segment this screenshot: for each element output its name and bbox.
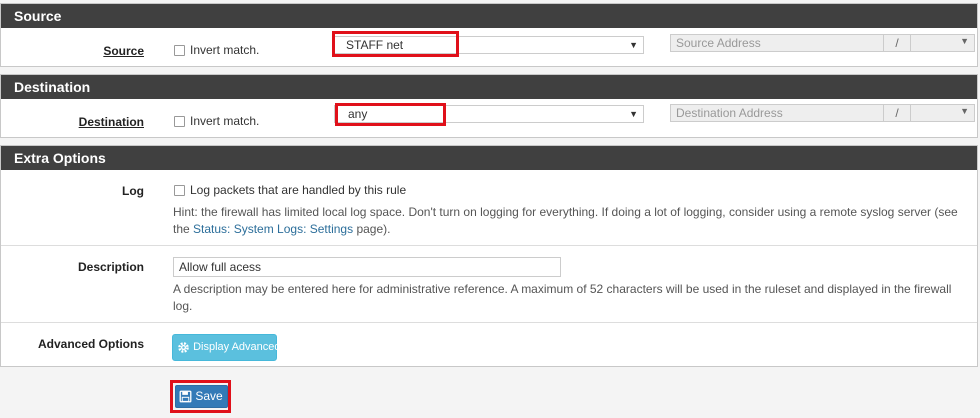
advanced-options-label: Advanced Options [37,337,144,351]
destination-section-title: Destination [1,75,977,99]
save-icon [179,390,192,403]
chevron-down-icon: ▼ [960,106,969,116]
destination-address-input[interactable]: Destination Address [670,104,884,122]
destination-slash: / [884,104,911,122]
source-address-input[interactable]: Source Address [670,34,884,52]
source-invert-checkbox[interactable] [174,45,185,56]
description-input[interactable]: Allow full acess [173,257,561,277]
source-highlight-box [332,31,459,57]
source-mask-select[interactable]: ▼ [911,34,975,52]
log-checkbox-label: Log packets that are handled by this rul… [190,183,407,197]
log-row: Log Log packets that are handled by this… [1,170,977,245]
log-checkbox[interactable] [174,185,185,196]
display-advanced-button[interactable]: Display Advanced [172,334,281,361]
source-panel: Source Source Invert match. STAFF net ▼ … [0,3,978,67]
gear-icon [178,341,189,353]
destination-highlight-box [335,103,446,126]
source-slash: / [884,34,911,52]
description-label: Description [77,260,144,274]
source-section-title: Source [1,4,977,28]
save-label: Save [195,389,223,403]
chevron-down-icon: ▼ [629,40,638,50]
chevron-down-icon: ▼ [960,36,969,46]
destination-invert-label: Invert match. [190,114,260,128]
destination-mask-select[interactable]: ▼ [911,104,975,122]
log-label: Log [122,184,144,198]
source-label: Source [103,44,144,58]
display-advanced-label: Display Advanced [193,341,281,353]
destination-invert-checkbox[interactable] [174,116,185,127]
description-hint: A description may be entered here for ad… [173,282,952,313]
destination-label: Destination [78,115,144,129]
save-button[interactable]: Save [175,385,228,408]
source-row: Source Invert match. STAFF net ▼ Source … [1,28,977,66]
log-hint-suffix: page). [356,222,391,236]
destination-panel: Destination Destination Invert match. an… [0,74,978,138]
log-hint: Hint: the firewall has limited local log… [173,204,969,238]
system-logs-settings-link[interactable]: Status: System Logs: Settings [193,222,353,236]
advanced-options-row: Advanced Options Display Advanced [1,322,977,368]
chevron-down-icon: ▼ [629,109,638,119]
destination-row: Destination Invert match. any ▼ Destinat… [1,99,977,137]
extra-options-section-title: Extra Options [1,146,977,170]
description-row: Description Allow full acess A descripti… [1,245,977,322]
source-invert-label: Invert match. [190,43,260,57]
extra-options-panel: Extra Options Log Log packets that are h… [0,145,978,367]
